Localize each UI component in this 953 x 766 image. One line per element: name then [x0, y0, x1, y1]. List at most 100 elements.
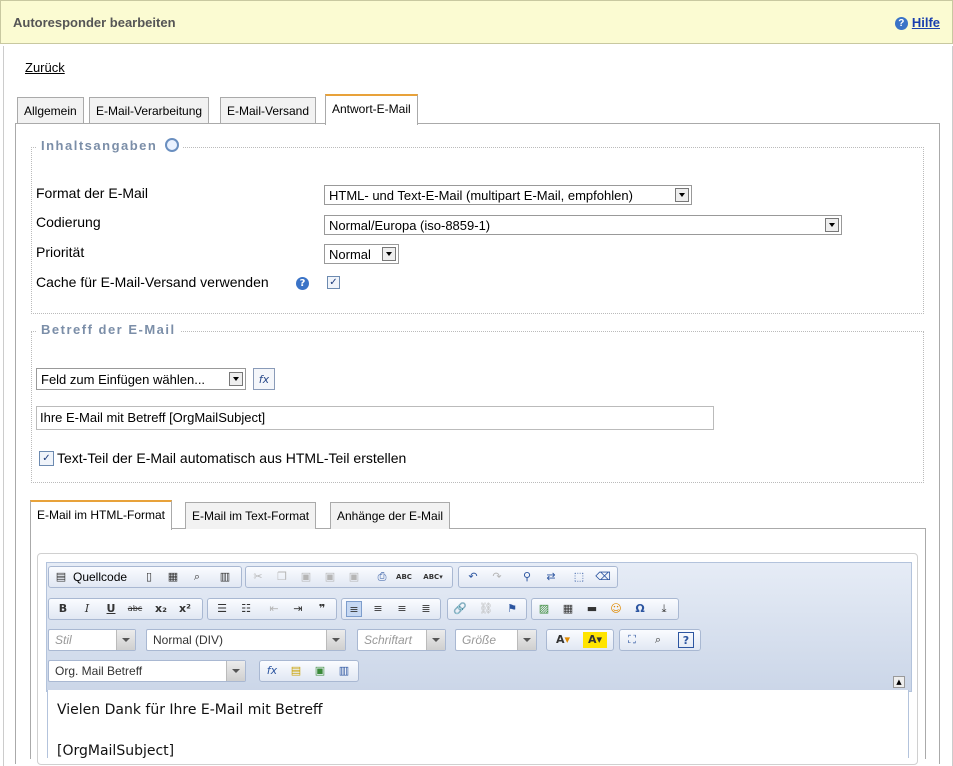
- font-combo[interactable]: Schriftart: [357, 629, 446, 651]
- insert-chart-icon[interactable]: ▥: [336, 663, 352, 679]
- format-select[interactable]: HTML- und Text-E-Mail (multipart E-Mail,…: [324, 185, 692, 205]
- text-color-icon[interactable]: A▾: [551, 632, 575, 648]
- toolbar-group-tools: ⛶ ⌕ ?: [619, 629, 701, 651]
- spellcheck-icon[interactable]: ABC: [396, 569, 412, 585]
- field-combo-value: Org. Mail Betreff: [55, 664, 143, 678]
- remove-format-icon[interactable]: ⌫: [595, 569, 611, 585]
- paste-word-icon[interactable]: ▣: [346, 569, 362, 585]
- maximize-icon[interactable]: ⛶: [624, 632, 640, 648]
- toolbar-group-basicstyles: B I U abc x₂ x²: [48, 598, 203, 620]
- bullet-list-icon[interactable]: ☷: [238, 601, 254, 617]
- preview-icon[interactable]: ⌕: [189, 569, 205, 585]
- spellcheck-menu-icon[interactable]: ABC▾: [422, 569, 444, 585]
- font-combo-value: Schriftart: [364, 633, 413, 647]
- autotext-checkbox[interactable]: ✓: [39, 451, 54, 466]
- unlink-icon[interactable]: ⛓: [478, 601, 494, 617]
- bold-icon[interactable]: B: [55, 601, 71, 617]
- encoding-select[interactable]: Normal/Europa (iso-8859-1): [324, 215, 842, 235]
- subject-input[interactable]: Ihre E-Mail mit Betreff [OrgMailSubject]: [36, 406, 714, 430]
- align-center-icon[interactable]: ≡: [370, 601, 386, 617]
- help-label: Hilfe: [911, 15, 940, 30]
- blockquote-icon[interactable]: ❞: [314, 601, 330, 617]
- toolbar-group-lists: ☰ ☷ ⇤ ⇥ ❞: [207, 598, 337, 620]
- fx-button[interactable]: fx: [253, 368, 275, 390]
- chevron-down-icon: [825, 218, 839, 232]
- italic-icon[interactable]: I: [79, 601, 95, 617]
- tab-email-versand[interactable]: E-Mail-Versand: [220, 97, 317, 124]
- select-all-icon[interactable]: ⬚: [571, 569, 587, 585]
- table-icon[interactable]: ▦: [560, 601, 576, 617]
- templates-icon[interactable]: ▦: [165, 569, 181, 585]
- strike-icon[interactable]: abc: [127, 601, 143, 617]
- replace-icon[interactable]: ⇄: [543, 569, 559, 585]
- superscript-icon[interactable]: x²: [177, 601, 193, 617]
- new-page-icon[interactable]: ▯: [141, 569, 157, 585]
- format-select-value: HTML- und Text-E-Mail (multipart E-Mail,…: [329, 188, 633, 203]
- back-link[interactable]: Zurück: [25, 60, 65, 75]
- insert-field-select[interactable]: Feld zum Einfügen wählen...: [36, 368, 246, 390]
- special-char-icon[interactable]: Ω: [632, 601, 648, 617]
- align-right-icon[interactable]: ≡: [394, 601, 410, 617]
- chevron-down-icon: [675, 188, 689, 202]
- document-icon[interactable]: ▥: [217, 569, 233, 585]
- content-legend-text: Inhaltsangaben: [41, 138, 158, 153]
- note-icon[interactable]: ▤: [288, 663, 304, 679]
- style-combo[interactable]: Stil: [48, 629, 136, 651]
- subscript-icon[interactable]: x₂: [153, 601, 169, 617]
- indent-icon[interactable]: ⇥: [290, 601, 306, 617]
- fx-icon[interactable]: fx: [264, 663, 280, 679]
- tab-email-verarbeitung[interactable]: E-Mail-Verarbeitung: [89, 97, 210, 124]
- chevron-down-icon: [229, 372, 243, 386]
- align-left-icon[interactable]: ≡: [346, 601, 362, 617]
- outdent-icon[interactable]: ⇤: [266, 601, 282, 617]
- page-header: Autoresponder bearbeiten ? Hilfe: [0, 0, 953, 44]
- source-button[interactable]: Quellcode: [73, 570, 127, 584]
- priority-select[interactable]: Normal: [324, 244, 399, 264]
- print-icon[interactable]: ⎙: [374, 569, 390, 585]
- spellcheck-menu-label: ABC: [423, 573, 440, 581]
- anchor-icon[interactable]: ⚑: [504, 601, 520, 617]
- tab-attachments[interactable]: Anhänge der E-Mail: [330, 502, 451, 529]
- tab-allgemein[interactable]: Allgemein: [17, 97, 84, 124]
- find-icon[interactable]: ⚲: [519, 569, 535, 585]
- copy-icon[interactable]: ❐: [274, 569, 290, 585]
- paste-icon[interactable]: ▣: [298, 569, 314, 585]
- toolbar-group-align: ≡ ≡ ≡ ≣: [341, 598, 441, 620]
- priority-select-value: Normal: [329, 247, 371, 262]
- smiley-icon[interactable]: ☺: [608, 601, 624, 617]
- link-icon[interactable]: 🔗: [452, 601, 468, 617]
- encoding-select-value: Normal/Europa (iso-8859-1): [329, 218, 491, 233]
- style-combo-value: Stil: [55, 633, 72, 647]
- body-line-2: [OrgMailSubject]: [57, 743, 175, 759]
- underline-icon[interactable]: U: [103, 601, 119, 617]
- format-label: Format der E-Mail: [36, 185, 149, 201]
- editor-help-icon[interactable]: ?: [678, 632, 694, 648]
- format-combo[interactable]: Normal (DIV): [146, 629, 346, 651]
- cut-icon[interactable]: ✂: [250, 569, 266, 585]
- numbered-list-icon[interactable]: ☰: [214, 601, 230, 617]
- info-icon[interactable]: ?: [296, 277, 309, 290]
- cache-checkbox[interactable]: ✓: [327, 276, 340, 289]
- size-combo[interactable]: Größe: [455, 629, 537, 651]
- image-icon[interactable]: ▨: [536, 601, 552, 617]
- editor-content[interactable]: Vielen Dank für Ihre E-Mail mit Betreff …: [47, 690, 909, 759]
- field-combo[interactable]: Org. Mail Betreff: [48, 660, 246, 682]
- scroll-up-button[interactable]: ▲: [893, 676, 905, 688]
- tab-text-format[interactable]: E-Mail im Text-Format: [185, 502, 317, 529]
- tab-antwort-email[interactable]: Antwort-E-Mail: [325, 94, 418, 125]
- horizontal-rule-icon[interactable]: ▬: [584, 601, 600, 617]
- page-title: Autoresponder bearbeiten: [13, 15, 176, 30]
- show-blocks-icon[interactable]: ⌕: [650, 632, 666, 648]
- pagebreak-icon[interactable]: ⤓: [656, 601, 672, 617]
- bg-color-icon[interactable]: A▾: [583, 632, 607, 648]
- toolbar-group-links: 🔗 ⛓ ⚑: [447, 598, 527, 620]
- magnifier-icon[interactable]: [165, 138, 180, 152]
- tab-html-format[interactable]: E-Mail im HTML-Format: [30, 500, 172, 530]
- insert-doc-icon[interactable]: ▣: [312, 663, 328, 679]
- paste-text-icon[interactable]: ▣: [322, 569, 338, 585]
- align-justify-icon[interactable]: ≣: [418, 601, 434, 617]
- help-link[interactable]: ? Hilfe: [894, 15, 940, 30]
- redo-icon[interactable]: ↷: [489, 569, 505, 585]
- undo-icon[interactable]: ↶: [465, 569, 481, 585]
- cache-label: Cache für E-Mail-Versand verwenden: [36, 274, 269, 290]
